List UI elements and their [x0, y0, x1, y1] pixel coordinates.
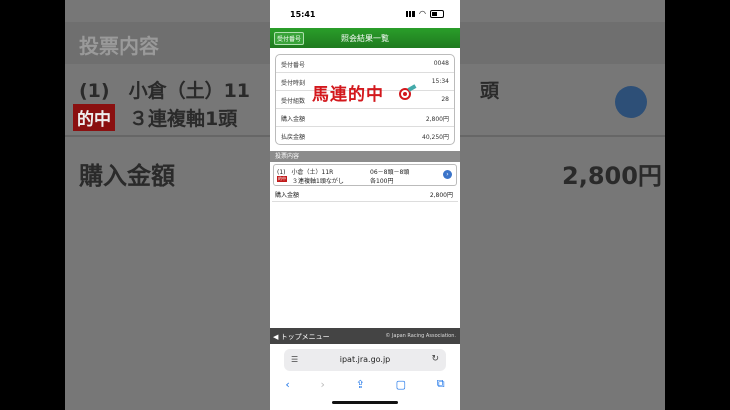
hit-badge: 的中: [277, 176, 287, 182]
summary-value: 15:34: [431, 78, 449, 85]
url-text: ipat.jra.go.jp: [339, 355, 391, 364]
page-title: 照会結果一覧: [341, 34, 389, 43]
reload-icon[interactable]: ↻: [431, 354, 439, 364]
purchase-value: 2,800円: [429, 192, 453, 199]
summary-value: 40,250円: [422, 134, 449, 141]
signal-icon: [406, 10, 416, 17]
bet-horses: 06－8頭－8頭: [370, 169, 410, 176]
home-indicator: [332, 401, 398, 404]
summary-row: 購入金額 2,800円: [276, 109, 454, 127]
tabs-icon[interactable]: ⧉: [437, 377, 445, 391]
forward-icon[interactable]: ›: [321, 378, 325, 391]
top-menu-link[interactable]: ◀ トップメニュー: [273, 332, 330, 342]
status-bar: 15:41 ◠: [270, 0, 460, 28]
bet-race: (1) 小倉（土）11R: [277, 169, 334, 176]
bet-unit: 各100円: [370, 178, 394, 185]
share-icon[interactable]: ⇪: [356, 378, 365, 391]
background-bet-line2: ３連複軸1頭: [129, 108, 238, 130]
background-section-title: 投票内容: [79, 34, 159, 58]
background-arrow-icon: [615, 86, 647, 118]
summary-value: 28: [441, 96, 449, 103]
back-icon[interactable]: ‹: [285, 378, 289, 391]
status-time: 15:41: [290, 10, 316, 19]
summary-value: 2,800円: [425, 116, 449, 123]
summary-label: 受付番号: [281, 62, 306, 69]
purchase-row: 購入金額 2,800円: [272, 186, 458, 202]
bookmarks-icon[interactable]: ▢: [396, 378, 406, 391]
background-hit-badge: 的中: [73, 104, 115, 131]
summary-row: 受付番号 0048: [276, 55, 454, 73]
background-amount-value: 2,800円: [562, 162, 662, 190]
browser-toolbar: ‹ › ⇪ ▢ ⧉: [270, 374, 460, 394]
battery-icon: [430, 9, 444, 18]
chevron-right-icon[interactable]: ›: [443, 170, 452, 179]
address-bar[interactable]: ☰ ipat.jra.go.jp ↻: [284, 349, 446, 371]
wifi-icon: ◠: [419, 9, 426, 18]
summary-row: 払戻金額 40,250円: [276, 127, 454, 144]
summary-value: 0048: [433, 60, 449, 67]
bet-section-header: 投票内容: [270, 151, 460, 162]
copyright-text: © Japan Racing Association.: [385, 333, 456, 339]
summary-label: 受付時刻: [281, 80, 306, 87]
footer-bar: ◀ トップメニュー © Japan Racing Association.: [270, 328, 460, 344]
background-bet-line1-right: 頭: [480, 80, 500, 102]
bet-type: ３連複軸1頭ながし: [292, 178, 344, 185]
summary-label: 払戻金額: [281, 134, 306, 141]
purchase-label: 購入金額: [275, 192, 300, 199]
title-bar: 受付番号 照会結果一覧: [270, 28, 460, 48]
summary-label: 購入金額: [281, 116, 306, 123]
status-icons: ◠: [406, 9, 444, 18]
phone-screen: 15:41 ◠ 受付番号 照会結果一覧 受付番号 0048 受付時刻 15:34 受…: [270, 0, 460, 410]
background-amount-label: 購入金額: [79, 162, 175, 190]
bet-row[interactable]: (1) 小倉（土）11R 的中 ３連複軸1頭ながし 06－8頭－8頭 各100円…: [273, 164, 457, 186]
summary-label: 受付組数: [281, 98, 306, 105]
hit-stamp-text: 馬連的中: [312, 85, 384, 105]
background-bet-line1: (1) 小倉（土）11: [79, 80, 251, 102]
